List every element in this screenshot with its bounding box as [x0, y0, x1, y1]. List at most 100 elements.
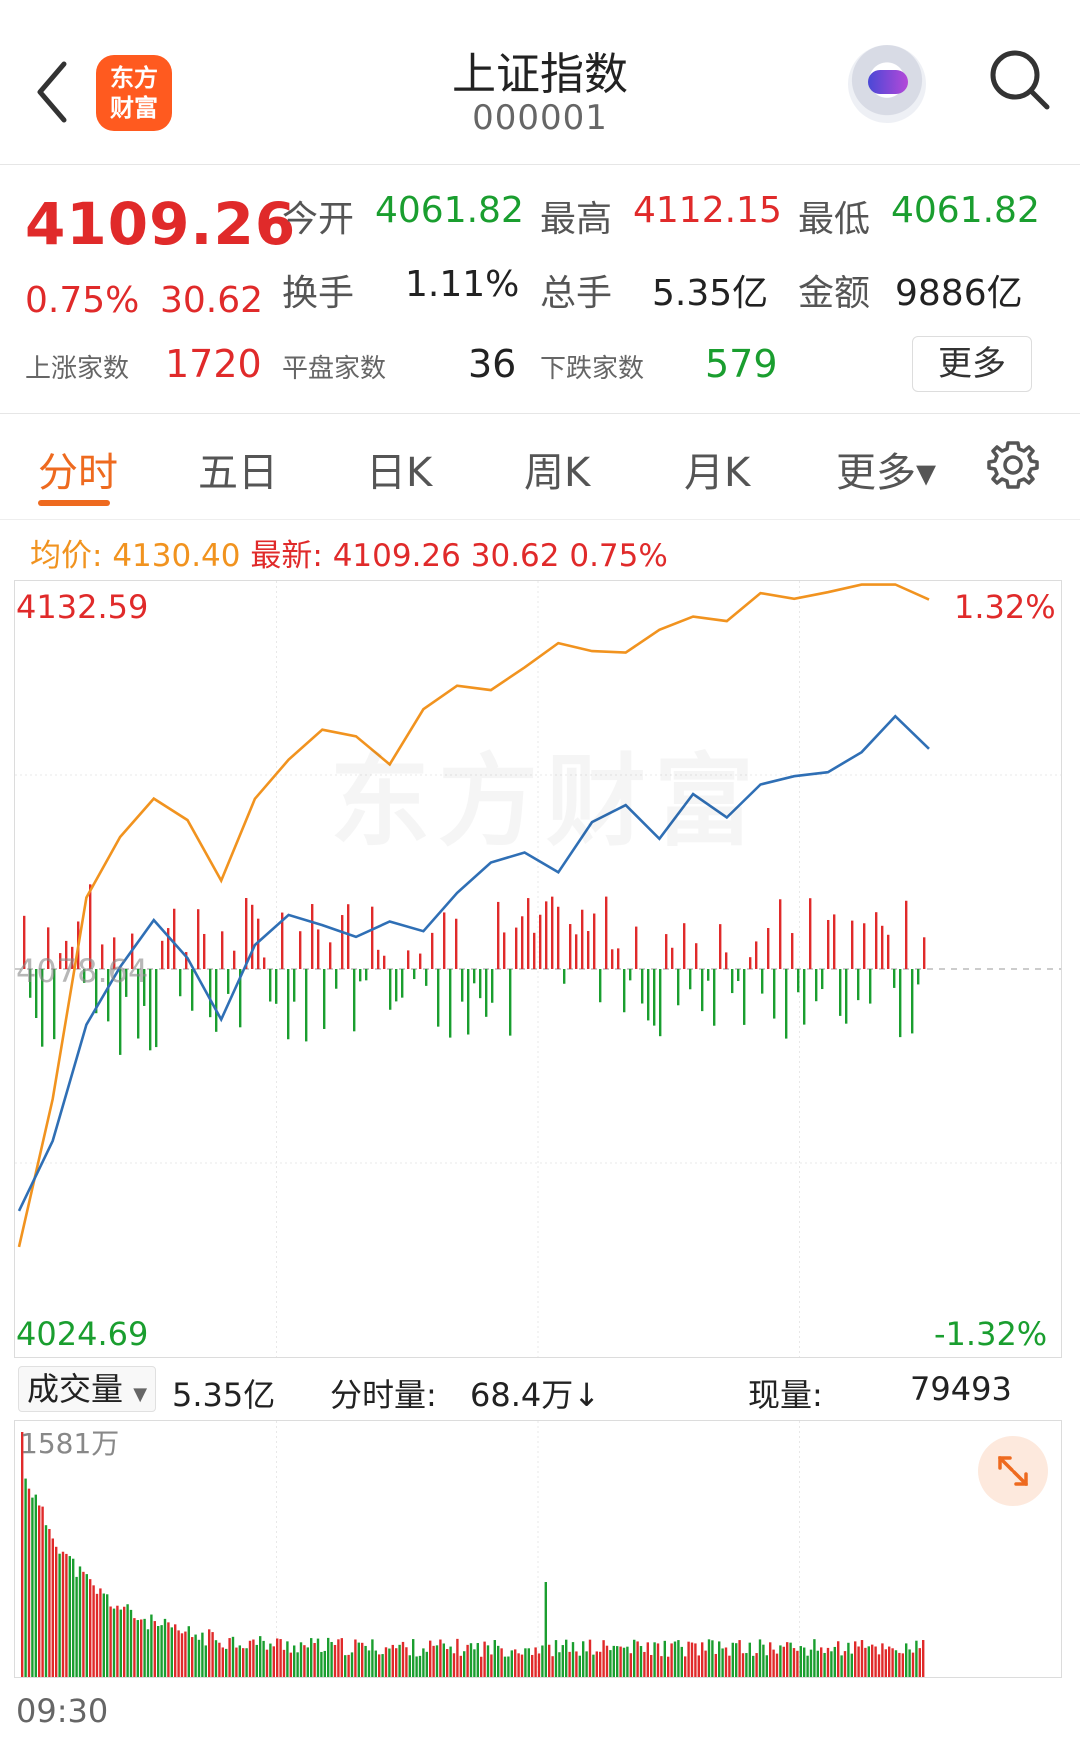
volume-bar [422, 1648, 425, 1677]
pressure-bar [221, 931, 224, 969]
pressure-bar [389, 969, 392, 1010]
volume-bar [330, 1641, 333, 1677]
volume-bar [310, 1638, 313, 1677]
pressure-bar [215, 969, 218, 1032]
back-button[interactable] [26, 52, 86, 132]
pressure-bar [689, 969, 692, 990]
volume-bar [429, 1640, 432, 1677]
tab-intraday[interactable]: 分时 [38, 440, 118, 498]
active-tab-indicator [38, 500, 110, 506]
volume-chart[interactable] [14, 1420, 1062, 1678]
low-value: 4061.82 [891, 190, 1040, 231]
volume-bar [388, 1648, 391, 1677]
chart-bottom-percent: -1.32% [934, 1315, 1048, 1353]
volume-bar [320, 1651, 323, 1677]
volume-bar [575, 1651, 578, 1677]
volume-bar [357, 1642, 360, 1677]
indicator-select[interactable]: 成交量 ▼ [18, 1366, 157, 1412]
tab-monthly-k[interactable]: 月K [684, 440, 750, 498]
volume-bar [452, 1653, 456, 1677]
pressure-bar [641, 969, 644, 1004]
tab-weekly-k[interactable]: 周K [524, 440, 590, 498]
volume-bar [65, 1553, 68, 1677]
volume-bar [174, 1624, 177, 1677]
volume-bar [109, 1606, 112, 1677]
volume-bar [765, 1655, 768, 1677]
pressure-bar [911, 969, 914, 1034]
volume-bar [255, 1644, 258, 1677]
volume-bar [463, 1651, 466, 1677]
volume-bar [891, 1648, 894, 1677]
volume-bar [918, 1648, 921, 1677]
volume-bar [677, 1640, 680, 1677]
expand-button[interactable] [978, 1436, 1048, 1506]
volume-bar [877, 1654, 881, 1677]
volume-bar [34, 1494, 37, 1677]
up-count-value: 1720 [165, 342, 262, 386]
pressure-bar [461, 969, 464, 1002]
volume-bar [150, 1614, 153, 1677]
watermark: 东方财富 [330, 720, 762, 865]
intraday-chart[interactable] [14, 580, 1062, 1358]
volume-bar [571, 1642, 575, 1677]
pressure-bar [479, 969, 482, 999]
volume-bar [769, 1642, 772, 1677]
volume-bar [41, 1506, 44, 1677]
volume-bar [847, 1642, 850, 1677]
volume-bar [184, 1631, 187, 1677]
volume-bar [486, 1645, 490, 1677]
volume-bar [585, 1651, 588, 1677]
volume-bar [806, 1655, 809, 1677]
pressure-bar [251, 904, 254, 969]
pressure-bar [905, 900, 908, 969]
search-button[interactable] [985, 45, 1055, 115]
gear-icon [987, 441, 1039, 489]
volume-bar [514, 1649, 517, 1677]
pressure-bar [449, 969, 452, 1038]
chevron-down-icon: ▼ [133, 1384, 148, 1405]
pressure-bar [491, 969, 494, 1003]
volume-bar [78, 1566, 82, 1677]
volume-bar [775, 1653, 779, 1677]
volume-bar [136, 1620, 139, 1677]
pressure-bar [617, 948, 620, 969]
volume-bar [905, 1643, 908, 1677]
pressure-bar [557, 906, 560, 969]
pressure-bar [839, 969, 842, 1016]
pressure-bar [821, 969, 824, 990]
volume-bar [191, 1637, 194, 1677]
pressure-bar [827, 919, 830, 969]
logo-text-line1: 东方 [110, 64, 158, 92]
pressure-bar [203, 933, 206, 969]
pressure-bar [383, 955, 386, 969]
page-title: 上证指数 [452, 49, 628, 100]
volume-chart-svg [21, 1421, 925, 1677]
volume-bar [160, 1625, 163, 1677]
chart-top-price: 4132.59 [16, 588, 149, 626]
volume-bar [898, 1652, 901, 1677]
more-button[interactable]: 更多 [912, 336, 1032, 392]
settings-button[interactable] [985, 437, 1041, 493]
chart-mid-price: 4078.64 [16, 952, 149, 990]
pressure-bar [527, 898, 530, 969]
volume-bar [153, 1621, 156, 1677]
high-value: 4112.15 [633, 190, 782, 231]
volume-bar [697, 1655, 700, 1677]
pressure-bar [719, 924, 722, 969]
volume-bar [728, 1655, 731, 1677]
volume-bar [799, 1646, 802, 1677]
volume-bar [527, 1648, 530, 1677]
tab-five-day[interactable]: 五日 [198, 440, 278, 498]
pressure-bar [485, 969, 488, 1017]
volume-bar [884, 1649, 887, 1677]
volume-bar [228, 1638, 231, 1677]
tab-more[interactable]: 更多▾ [836, 440, 936, 498]
tab-daily-k[interactable]: 日K [366, 440, 432, 498]
volume-bar [221, 1647, 224, 1677]
high-label: 最高 [540, 199, 613, 240]
volume-bar [762, 1644, 765, 1677]
pressure-bar [791, 933, 794, 969]
volume-bar [605, 1645, 609, 1677]
down-count-value: 579 [705, 342, 778, 386]
pressure-bar [473, 969, 476, 984]
